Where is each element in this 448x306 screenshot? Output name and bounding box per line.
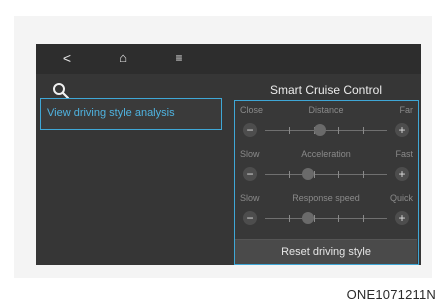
acceleration-slider[interactable] (265, 168, 387, 180)
acceleration-decrease-button[interactable]: − (243, 167, 257, 181)
reset-driving-style-button[interactable]: Reset driving style (235, 239, 417, 264)
acceleration-increase-button[interactable]: + (395, 167, 409, 181)
acceleration-setting-row: Slow Acceleration Fast − + (235, 149, 417, 189)
view-driving-style-analysis-label: View driving style analysis (47, 107, 175, 119)
top-nav-bar: < ⌂ ≡ (36, 44, 421, 74)
distance-setting-row: Close Distance Far − + (235, 105, 417, 145)
response-speed-decrease-button[interactable]: − (243, 211, 257, 225)
acceleration-label: Acceleration (301, 149, 351, 159)
slider-tick (289, 215, 290, 222)
back-icon[interactable]: < (58, 50, 76, 66)
slider-tick (314, 171, 315, 178)
infotainment-screen: < ⌂ ≡ Smart Cruise Control View driving … (36, 44, 421, 265)
distance-slider[interactable] (265, 124, 387, 136)
slider-knob[interactable] (302, 168, 314, 180)
response-speed-max-label: Quick (389, 193, 413, 203)
distance-decrease-button[interactable]: − (243, 123, 257, 137)
distance-increase-button[interactable]: + (395, 123, 409, 137)
slider-tick (338, 127, 339, 134)
driving-style-settings-panel: Close Distance Far − + Slow Acceleration… (234, 100, 419, 265)
acceleration-max-label: Fast (395, 149, 413, 159)
slider-tick (363, 171, 364, 178)
view-driving-style-analysis-item[interactable]: View driving style analysis (40, 98, 222, 130)
distance-max-label: Far (399, 105, 414, 115)
slider-knob[interactable] (302, 212, 314, 224)
figure-code: ONE1071211N (346, 287, 436, 302)
slider-tick (363, 215, 364, 222)
slider-tick (314, 215, 315, 222)
slider-tick (338, 215, 339, 222)
reset-driving-style-label: Reset driving style (281, 246, 371, 258)
page-title: Smart Cruise Control (269, 83, 383, 97)
slider-tick (289, 127, 290, 134)
home-icon[interactable]: ⌂ (114, 50, 132, 66)
distance-label: Distance (308, 105, 344, 115)
response-speed-setting-row: Slow Response speed Quick − + (235, 193, 417, 233)
slider-tick (338, 171, 339, 178)
response-speed-increase-button[interactable]: + (395, 211, 409, 225)
slider-knob[interactable] (314, 124, 326, 136)
menu-icon[interactable]: ≡ (170, 50, 188, 66)
response-speed-slider[interactable] (265, 212, 387, 224)
slider-tick (363, 127, 364, 134)
slider-tick (289, 171, 290, 178)
